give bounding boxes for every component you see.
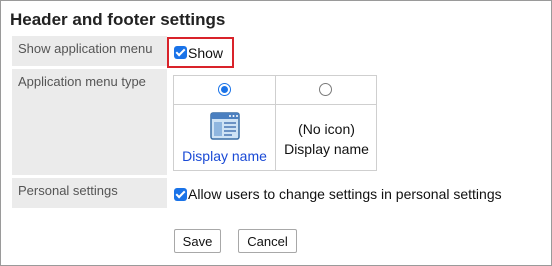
show-application-menu-label: Show application menu xyxy=(12,36,167,66)
grid-divider xyxy=(174,104,376,105)
application-menu-type-label: Application menu type xyxy=(12,69,167,175)
personal-settings-checkbox[interactable] xyxy=(174,187,187,201)
show-checkbox[interactable] xyxy=(174,46,187,59)
personal-settings-checkbox-label[interactable]: Allow users to change settings in person… xyxy=(188,186,502,202)
page-title: Header and footer settings xyxy=(10,10,226,29)
no-icon-display-name: Display name xyxy=(284,141,369,157)
cancel-button[interactable]: Cancel xyxy=(238,229,297,253)
show-checkbox-highlight: Show xyxy=(167,37,234,68)
app-window-icon xyxy=(210,112,240,140)
no-icon-type-radio[interactable] xyxy=(319,83,332,96)
personal-settings-label: Personal settings xyxy=(12,178,167,208)
save-button[interactable]: Save xyxy=(174,229,221,253)
icon-display-name-link[interactable]: Display name xyxy=(174,148,275,164)
show-checkbox-label[interactable]: Show xyxy=(188,45,223,61)
no-icon-text: (No icon) xyxy=(298,121,355,137)
icon-type-radio[interactable] xyxy=(218,83,231,96)
personal-settings-option: Allow users to change settings in person… xyxy=(174,186,502,202)
settings-panel: Header and footer settings Show applicat… xyxy=(0,0,552,266)
application-menu-type-options: Display name (No icon) Display name xyxy=(173,75,377,171)
